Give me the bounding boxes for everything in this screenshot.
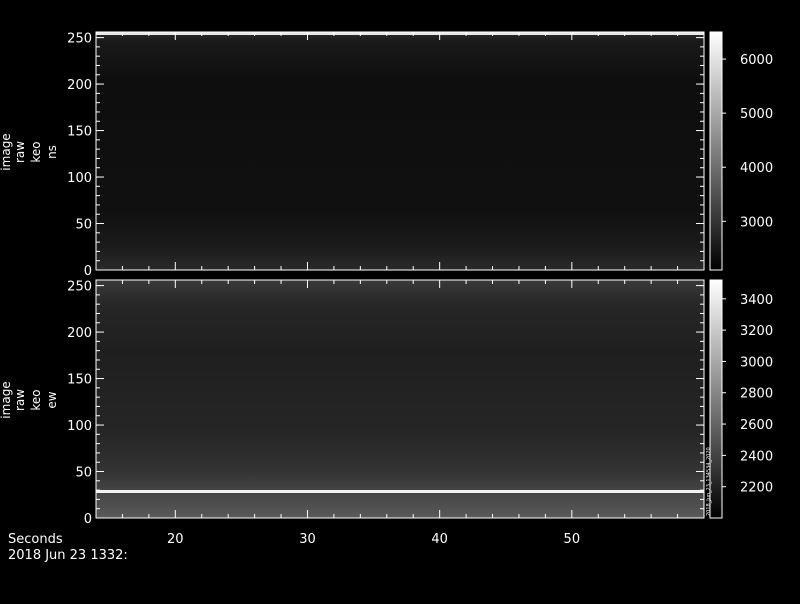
colorbar-tick-label-top-3000: 3000 xyxy=(740,215,773,230)
panel-top: 0 50 100 150 200 250 image raw keo ns 3000 400… xyxy=(0,31,773,279)
colorbar-tick-label-top-5000: 5000 xyxy=(740,107,773,122)
colorbar-tick-label-bottom-2400: 2400 xyxy=(740,449,773,464)
ylabel-top: image raw keo ns xyxy=(0,133,59,170)
x-axis-label: Seconds xyxy=(8,532,63,547)
y-tick-label-top-250: 250 xyxy=(67,32,92,47)
ylabel-top-line3: keo xyxy=(29,141,43,162)
ylabel-bottom-line3: keo xyxy=(29,389,43,410)
y-tick-label-top-100: 100 xyxy=(67,171,92,186)
ylabel-top-line2: raw xyxy=(13,141,27,163)
y-tick-label-top-0: 0 xyxy=(84,264,92,279)
heatmap-bottom xyxy=(96,280,704,518)
x-tick-label-40: 40 xyxy=(431,532,448,547)
panel-bottom: 0 50 100 150 200 250 image raw keo ew 2018_Ju… xyxy=(0,279,773,527)
x-tick-label-30: 30 xyxy=(299,532,316,547)
y-tick-label-bottom-0: 0 xyxy=(84,512,92,527)
ylabel-top-line4: ns xyxy=(45,145,59,159)
ylabel-bottom-line2: raw xyxy=(13,389,27,411)
colorbar-tick-label-bottom-3000: 3000 xyxy=(740,355,773,370)
timestamp: 2018 Jun 23 1332: xyxy=(8,548,128,563)
colorbar-tick-label-bottom-3200: 3200 xyxy=(740,324,773,339)
colorbar-tick-label-top-4000: 4000 xyxy=(740,161,773,176)
y-tick-label-bottom-250: 250 xyxy=(67,280,92,295)
keogram-figure: 050100150200250 image raw keo ns 3000400… xyxy=(0,31,773,563)
bright-row-bottom xyxy=(96,490,704,493)
ylabel-bottom: image raw keo ew xyxy=(0,381,59,418)
colorbar-tick-label-bottom-2600: 2600 xyxy=(740,418,773,433)
x-tick-label-20: 20 xyxy=(167,532,184,547)
ylabel-bottom-line1: image xyxy=(0,381,13,418)
colorbar-ticks-top: 3000 4000 5000 6000 xyxy=(722,53,773,230)
colorbar-tick-label-bottom-2800: 2800 xyxy=(740,387,773,402)
colorbar-top xyxy=(709,31,723,271)
y-tick-label-bottom-100: 100 xyxy=(67,419,92,434)
colorbar-tick-label-bottom-2200: 2200 xyxy=(740,481,773,496)
y-tick-label-bottom-200: 200 xyxy=(67,326,92,341)
y-tick-label-bottom-50: 50 xyxy=(75,466,92,481)
y-tick-label-top-200: 200 xyxy=(67,78,92,93)
colorbar-ticks-bottom: 2200 2400 2600 2800 3000 3200 3400 xyxy=(722,293,773,496)
ylabel-bottom-line4: ew xyxy=(45,391,59,408)
x-tick-labels: 20 30 40 50 xyxy=(167,532,580,547)
ylabel-top-line1: image xyxy=(0,133,13,170)
x-tick-label-50: 50 xyxy=(564,532,581,547)
heatmap-top xyxy=(96,32,704,270)
colorbar-tick-label-bottom-3400: 3400 xyxy=(740,293,773,308)
y-tick-label-top-50: 50 xyxy=(75,218,92,233)
y-tick-label-bottom-150: 150 xyxy=(67,373,92,388)
colorbar-tick-label-top-6000: 6000 xyxy=(740,53,773,68)
colorbar-annotation: 2018_Jun_23_134534_2020 xyxy=(706,447,712,516)
y-tick-label-top-150: 150 xyxy=(67,125,92,140)
